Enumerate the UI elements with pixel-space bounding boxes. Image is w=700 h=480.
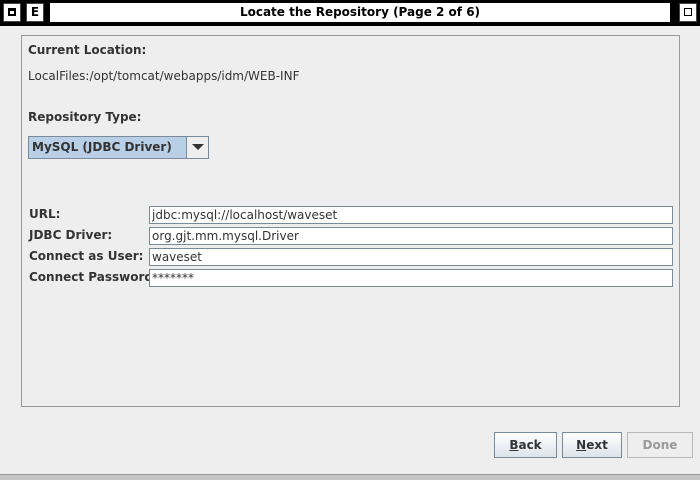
next-button[interactable]: Next (562, 432, 622, 458)
window-title: Locate the Repository (Page 2 of 6) (50, 3, 670, 22)
done-button[interactable]: Done (627, 432, 693, 458)
connect-user-label: Connect as User: (29, 249, 144, 263)
window-menu-icon (8, 8, 16, 16)
maximize-icon (684, 8, 692, 16)
connect-password-label: Connect Password: (29, 270, 158, 284)
url-label: URL: (29, 207, 61, 221)
e-button[interactable]: E (26, 3, 44, 22)
repository-panel: Current Location: LocalFiles:/opt/tomcat… (21, 35, 680, 407)
title-bar: E Locate the Repository (Page 2 of 6) (0, 0, 700, 26)
connect-password-field[interactable] (149, 269, 673, 287)
repository-type-label: Repository Type: (28, 110, 142, 124)
jdbc-driver-field[interactable] (149, 227, 673, 245)
url-field[interactable] (149, 206, 673, 224)
current-location-label: Current Location: (28, 43, 147, 57)
maximize-button[interactable] (679, 3, 697, 22)
back-button[interactable]: Back (494, 432, 557, 458)
bottom-scrollbar (0, 474, 700, 480)
repository-type-select[interactable]: MySQL (JDBC Driver) (28, 136, 209, 159)
connect-user-field[interactable] (149, 248, 673, 266)
back-label-rest: ack (518, 438, 542, 452)
chevron-down-icon (192, 144, 204, 150)
current-location-value: LocalFiles:/opt/tomcat/webapps/idm/WEB-I… (28, 69, 300, 83)
next-mnemonic: N (576, 438, 587, 452)
next-label-rest: ext (586, 438, 608, 452)
window-menu-button[interactable] (3, 3, 21, 22)
repository-type-selected: MySQL (JDBC Driver) (32, 140, 172, 154)
jdbc-driver-label: JDBC Driver: (29, 228, 113, 242)
dropdown-button[interactable] (186, 137, 208, 158)
